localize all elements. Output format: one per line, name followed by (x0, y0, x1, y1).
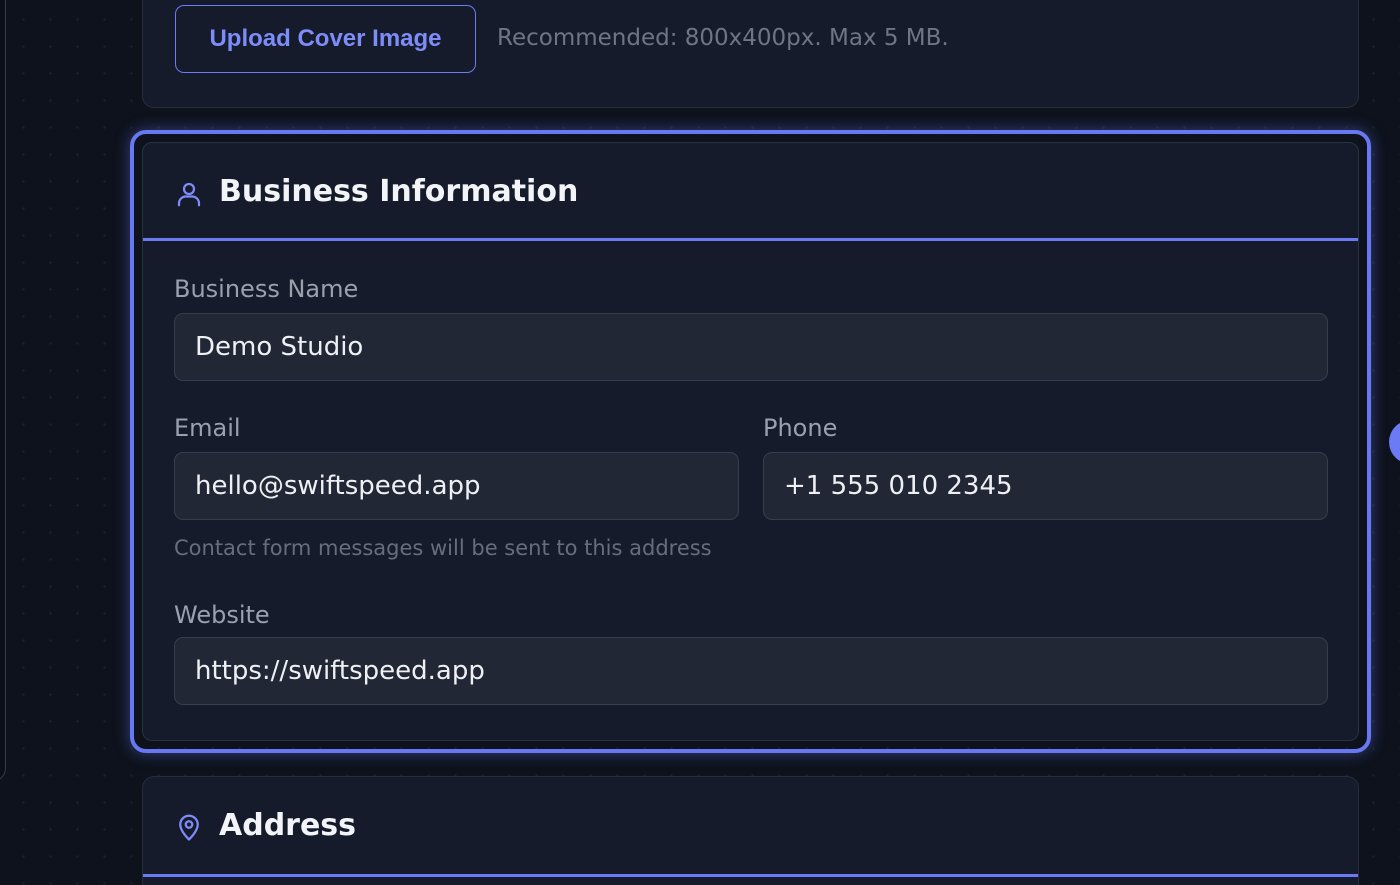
email-input[interactable]: hello@swiftspeed.app (174, 452, 739, 520)
left-panel-edge (0, 0, 6, 782)
phone-value: +1 555 010 2345 (784, 471, 1013, 501)
map-pin-icon (179, 814, 199, 841)
settings-page: Upload Cover Image Recommended: 800x400p… (0, 0, 1400, 885)
phone-input[interactable]: +1 555 010 2345 (763, 452, 1328, 520)
email-value: hello@swiftspeed.app (195, 471, 481, 501)
user-icon (177, 182, 201, 207)
phone-label: Phone (763, 414, 838, 442)
website-value: https://swiftspeed.app (195, 656, 485, 686)
email-help-text: Contact form messages will be sent to th… (174, 536, 712, 560)
business-information-card: Business Information Business Name Demo … (130, 130, 1371, 753)
address-header: Address (143, 777, 1358, 877)
address-card: Address (142, 776, 1359, 885)
business-information-header: Business Information (143, 143, 1358, 241)
website-input[interactable]: https://swiftspeed.app (174, 637, 1328, 705)
business-name-label: Business Name (174, 275, 359, 303)
email-label: Email (174, 414, 241, 442)
address-title: Address (219, 808, 357, 843)
upload-hint-text: Recommended: 800x400px. Max 5 MB. (497, 25, 949, 51)
upload-cover-image-button[interactable]: Upload Cover Image (175, 5, 476, 73)
business-information-card-inner: Business Information Business Name Demo … (142, 142, 1359, 741)
business-name-input[interactable]: Demo Studio (174, 313, 1328, 381)
cover-image-card: Upload Cover Image Recommended: 800x400p… (142, 0, 1359, 108)
scroll-handle[interactable] (1389, 420, 1400, 464)
website-label: Website (174, 601, 270, 629)
business-name-value: Demo Studio (195, 332, 364, 362)
business-information-title: Business Information (219, 174, 579, 209)
